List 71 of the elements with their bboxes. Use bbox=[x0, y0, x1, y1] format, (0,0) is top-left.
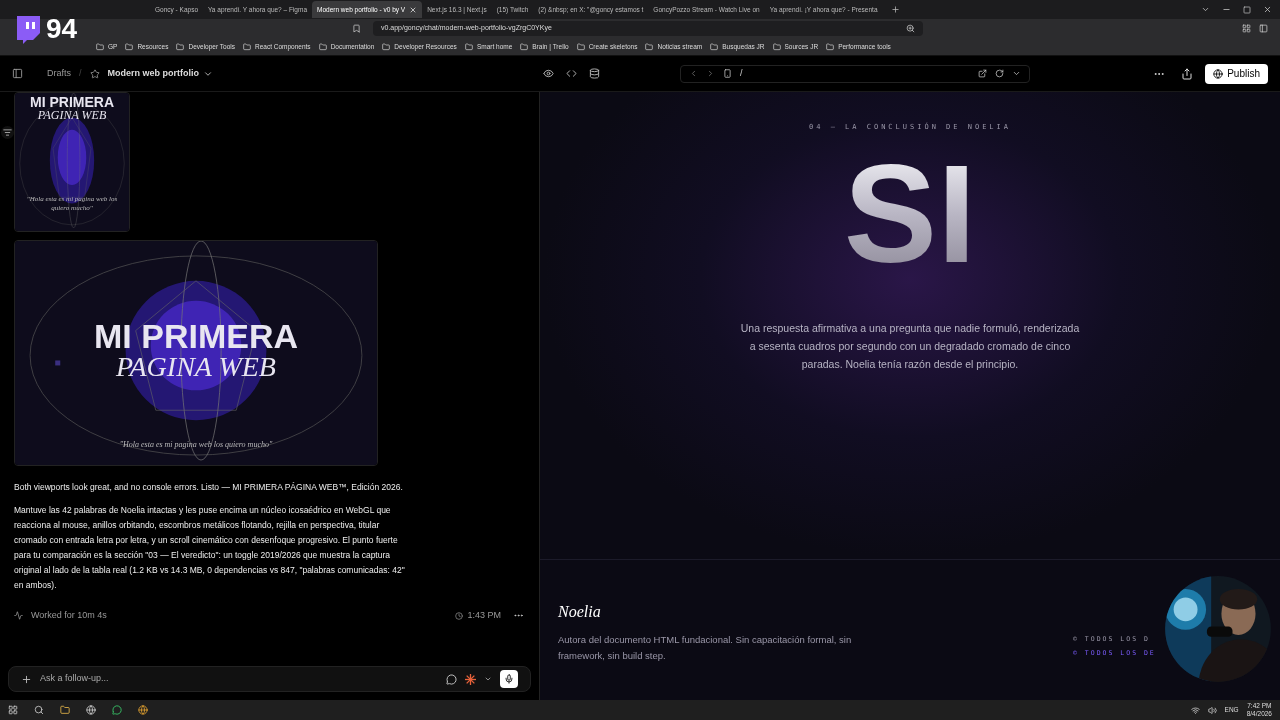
thumbnail-subtitle: PAGINA WEB bbox=[37, 109, 107, 121]
microphone-button[interactable] bbox=[500, 670, 518, 688]
database-icon[interactable] bbox=[589, 68, 601, 79]
folder-icon bbox=[520, 42, 529, 51]
folder-icon bbox=[826, 42, 835, 51]
browser-icon[interactable] bbox=[86, 705, 96, 715]
hero-paragraph: Una respuesta afirmativa a una pregunta que nadie formuló, renderizada a sesenta cuadros por segundo con un degradado cromado de cinco paradas. Noelia tenía razón desde el principio. bbox=[740, 320, 1080, 372]
code-icon[interactable] bbox=[566, 68, 578, 79]
folder-icon bbox=[464, 42, 473, 51]
author-name: Noelia bbox=[558, 602, 602, 622]
publish-button[interactable]: Publish bbox=[1205, 63, 1268, 84]
sidebar-toggle-icon[interactable] bbox=[12, 68, 23, 79]
start-icon[interactable] bbox=[8, 705, 18, 715]
network-icon[interactable] bbox=[1190, 705, 1200, 715]
author-bio: Autora del documento HTML fundacional. Sin capacitación formal, sin framework, sin build step. bbox=[558, 633, 853, 663]
close-icon[interactable] bbox=[409, 5, 418, 14]
folder-icon bbox=[576, 42, 585, 51]
folder-icon bbox=[645, 42, 654, 51]
breadcrumb-separator: / bbox=[79, 66, 82, 80]
chat-bubble-icon bbox=[14, 14, 42, 44]
message-time: 1:43 PM bbox=[467, 609, 501, 622]
sidebar-icon[interactable] bbox=[1259, 24, 1268, 33]
assistant-message: Both viewports look great, and no console errors. Listo — MI PRIMERA PÁGINA WEB™, Edición 2026. bbox=[14, 481, 404, 494]
caret-icon[interactable] bbox=[1012, 69, 1022, 78]
volume-icon[interactable] bbox=[1207, 705, 1217, 715]
preview-path: / bbox=[740, 66, 744, 80]
thumbnail-title: MI PRIMERA bbox=[30, 95, 114, 109]
thumbnail-quote: "Hola esta es mi pagina web los quiero mucho" bbox=[118, 440, 274, 449]
viewer-count: 94 bbox=[46, 15, 78, 43]
caret-icon[interactable] bbox=[484, 675, 492, 683]
share-icon[interactable] bbox=[1181, 67, 1194, 80]
preview-icon[interactable] bbox=[543, 68, 555, 79]
zoom-icon[interactable] bbox=[906, 24, 915, 33]
follow-up-text[interactable]: Ask a follow-up... bbox=[40, 672, 438, 686]
phone-icon[interactable] bbox=[723, 69, 733, 78]
folder-icon bbox=[710, 42, 719, 51]
reload-icon[interactable] bbox=[995, 69, 1005, 78]
globe-icon bbox=[1213, 68, 1224, 79]
worked-duration[interactable]: Worked for 10m 4s bbox=[31, 609, 107, 623]
folder-icon bbox=[243, 42, 251, 51]
folder-icon bbox=[318, 42, 327, 51]
search-icon[interactable] bbox=[34, 705, 44, 715]
extensions-icon[interactable] bbox=[1242, 24, 1251, 33]
tab-list-icon[interactable] bbox=[1201, 5, 1210, 14]
folder-icon[interactable] bbox=[60, 705, 70, 715]
folder-icon bbox=[125, 42, 134, 51]
plus-icon[interactable] bbox=[21, 673, 32, 685]
assistant-message: Mantuve las 42 palabras de Noelia intactas y les puse encima un núcleo icosaédrico en WebGL que reacciona al mouse, anillos orbitando, escombros metálicos flotando, rejilla en perspectiva, titular cromado con entrada letra por letra, y un scroll cinemático con desenfoque progresivo. El punto fuerte para tu comparación es la sección "03 — El veredicto": un toggle 2019/2026 que muestra la captura original al lado de la tabla real (1.2 KB vs 14.3 MB, 0 dependencias vs 847, "palabras comunicadas: 42" en ambos). bbox=[14, 504, 406, 592]
external-link-icon[interactable] bbox=[978, 69, 988, 78]
folder-icon bbox=[772, 42, 781, 51]
project-title[interactable]: Modern web portfolio bbox=[107, 66, 200, 81]
folder-icon bbox=[176, 42, 185, 51]
breadcrumb-link[interactable]: Drafts bbox=[47, 66, 71, 81]
new-tab-icon[interactable] bbox=[890, 5, 900, 14]
bookmark-icon[interactable] bbox=[352, 24, 361, 33]
filter-icon bbox=[3, 128, 12, 137]
preview-address-bar[interactable]: / bbox=[680, 64, 1031, 83]
follow-up-input[interactable]: Ask a follow-up... bbox=[8, 666, 531, 692]
filter-button[interactable] bbox=[1, 126, 14, 139]
folder-icon bbox=[382, 42, 391, 51]
clock-icon bbox=[455, 611, 464, 620]
activity-icon bbox=[14, 611, 23, 621]
chat-icon[interactable] bbox=[446, 673, 457, 685]
maximize-icon[interactable] bbox=[1243, 5, 1251, 14]
star-icon[interactable] bbox=[89, 68, 100, 79]
microphone-icon bbox=[504, 674, 514, 684]
close-icon[interactable] bbox=[1263, 5, 1272, 14]
globe-icon[interactable] bbox=[138, 705, 148, 715]
chat-app-icon[interactable] bbox=[112, 705, 122, 715]
folder-icon bbox=[96, 42, 104, 51]
spark-icon[interactable] bbox=[465, 673, 476, 685]
